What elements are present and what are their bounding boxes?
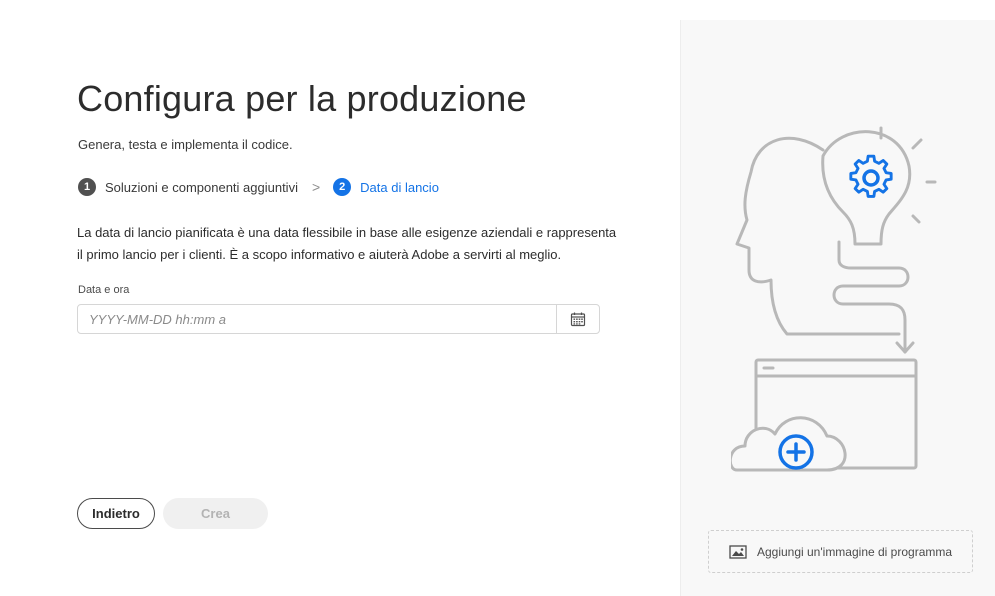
step-2-label: Data di lancio	[360, 179, 439, 195]
main-content: Configura per la produzione Genera, test…	[0, 0, 680, 596]
chevron-right-icon: >	[311, 179, 321, 195]
calendar-button[interactable]	[556, 305, 599, 333]
page-title: Configura per la produzione	[77, 78, 527, 119]
date-time-field	[77, 304, 600, 334]
page-subtitle: Genera, testa e implementa il codice.	[78, 137, 293, 152]
image-icon	[729, 544, 747, 559]
create-button[interactable]: Crea	[163, 498, 268, 529]
add-program-image-button[interactable]: Aggiungi un'immagine di programma	[708, 530, 973, 573]
date-time-input[interactable]	[78, 305, 556, 333]
stepper: 1 Soluzioni e componenti aggiuntivi > 2 …	[78, 178, 439, 196]
head-lightbulb-illustration	[731, 126, 937, 472]
step-1-label[interactable]: Soluzioni e componenti aggiuntivi	[105, 180, 298, 195]
page: Configura per la produzione Genera, test…	[0, 0, 995, 596]
date-field-label: Data e ora	[78, 284, 130, 296]
add-image-label: Aggiungi un'immagine di programma	[756, 544, 953, 559]
gear-icon	[849, 154, 893, 198]
description-text: La data di lancio pianificata è una data…	[77, 225, 617, 262]
calendar-icon	[570, 312, 586, 327]
step-2-number: 2	[333, 178, 352, 196]
plus-circle-icon	[778, 434, 814, 470]
back-button[interactable]: Indietro	[77, 498, 155, 529]
side-panel: Aggiungi un'immagine di programma	[680, 20, 995, 596]
step-1-number: 1	[78, 178, 96, 196]
